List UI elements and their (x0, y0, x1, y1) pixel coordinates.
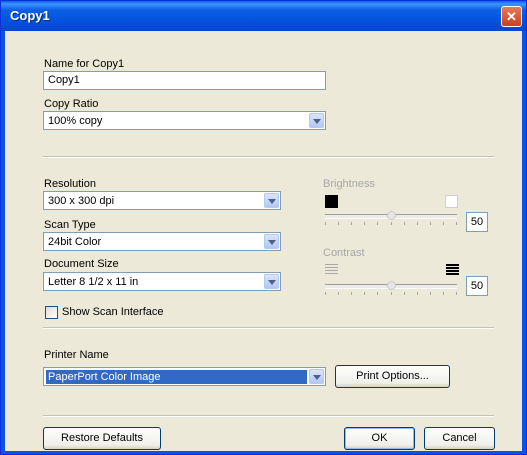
name-label: Name for Copy1 (44, 58, 125, 70)
contrast-value[interactable]: 50 (466, 276, 488, 296)
document-size-label: Document Size (44, 258, 119, 270)
document-size-select[interactable]: Letter 8 1/2 x 11 in (43, 272, 281, 291)
copy-ratio-label: Copy Ratio (44, 98, 99, 110)
slider-tick (325, 222, 326, 225)
printer-name-label: Printer Name (44, 349, 109, 361)
close-button[interactable]: ✕ (501, 6, 522, 27)
slider-tick (391, 222, 392, 225)
dialog-window: Copy1 ✕ Name for Copy1 Copy1 Copy Ratio … (0, 0, 527, 455)
scan-type-select[interactable]: 24bit Color (43, 232, 281, 251)
resolution-select[interactable]: 300 x 300 dpi (43, 191, 281, 210)
slider-tick (430, 222, 431, 225)
slider-tick (404, 292, 405, 295)
slider-tick (391, 292, 392, 295)
slider-tick (377, 292, 378, 295)
chevron-down-icon[interactable] (264, 234, 279, 249)
black-square-icon (325, 195, 338, 208)
slider-tick (338, 222, 339, 225)
name-input[interactable]: Copy1 (43, 71, 326, 90)
slider-tick (377, 222, 378, 225)
slider-tick (456, 222, 457, 225)
chevron-down-icon[interactable] (309, 369, 324, 384)
separator (43, 327, 494, 329)
chevron-down-icon[interactable] (309, 113, 324, 128)
slider-tick (364, 222, 365, 225)
slider-tick (417, 292, 418, 295)
window-title: Copy1 (10, 8, 50, 23)
slider-tick (364, 292, 365, 295)
brightness-slider-thumb[interactable] (387, 211, 396, 220)
document-size-value: Letter 8 1/2 x 11 in (48, 276, 139, 288)
scan-type-value: 24bit Color (48, 236, 102, 248)
slider-tick (456, 292, 457, 295)
white-square-icon (445, 195, 458, 208)
ok-button[interactable]: OK (344, 427, 415, 450)
scan-type-label: Scan Type (44, 219, 96, 231)
slider-tick (351, 292, 352, 295)
separator (43, 415, 494, 417)
dark-lines-icon (446, 264, 459, 275)
print-options-button[interactable]: Print Options... (335, 365, 450, 388)
contrast-slider-thumb[interactable] (387, 281, 396, 290)
close-icon: ✕ (506, 9, 517, 24)
copy-ratio-value: 100% copy (48, 115, 103, 127)
contrast-label: Contrast (323, 247, 365, 259)
slider-tick (443, 292, 444, 295)
copy-ratio-select[interactable]: 100% copy (43, 111, 326, 130)
slider-tick (338, 292, 339, 295)
title-bar[interactable]: Copy1 ✕ (1, 1, 526, 31)
slider-tick (404, 222, 405, 225)
chevron-down-icon[interactable] (264, 193, 279, 208)
dialog-body: Name for Copy1 Copy1 Copy Ratio 100% cop… (5, 31, 522, 451)
slider-tick (325, 292, 326, 295)
show-scan-interface-checkbox[interactable] (45, 306, 58, 319)
printer-name-select[interactable]: PaperPort Color Image (43, 367, 326, 386)
brightness-value[interactable]: 50 (466, 212, 488, 232)
contrast-ticks (325, 292, 457, 295)
slider-tick (417, 222, 418, 225)
show-scan-interface-label[interactable]: Show Scan Interface (62, 306, 164, 318)
restore-defaults-button[interactable]: Restore Defaults (43, 427, 161, 450)
slider-tick (443, 222, 444, 225)
slider-tick (351, 222, 352, 225)
chevron-down-icon[interactable] (264, 274, 279, 289)
light-lines-icon (325, 264, 338, 274)
brightness-label: Brightness (323, 178, 375, 190)
resolution-label: Resolution (44, 178, 96, 190)
brightness-ticks (325, 222, 457, 225)
slider-tick (430, 292, 431, 295)
separator (43, 156, 494, 158)
cancel-button[interactable]: Cancel (424, 427, 495, 450)
printer-name-value: PaperPort Color Image (46, 370, 307, 384)
resolution-value: 300 x 300 dpi (48, 195, 115, 207)
